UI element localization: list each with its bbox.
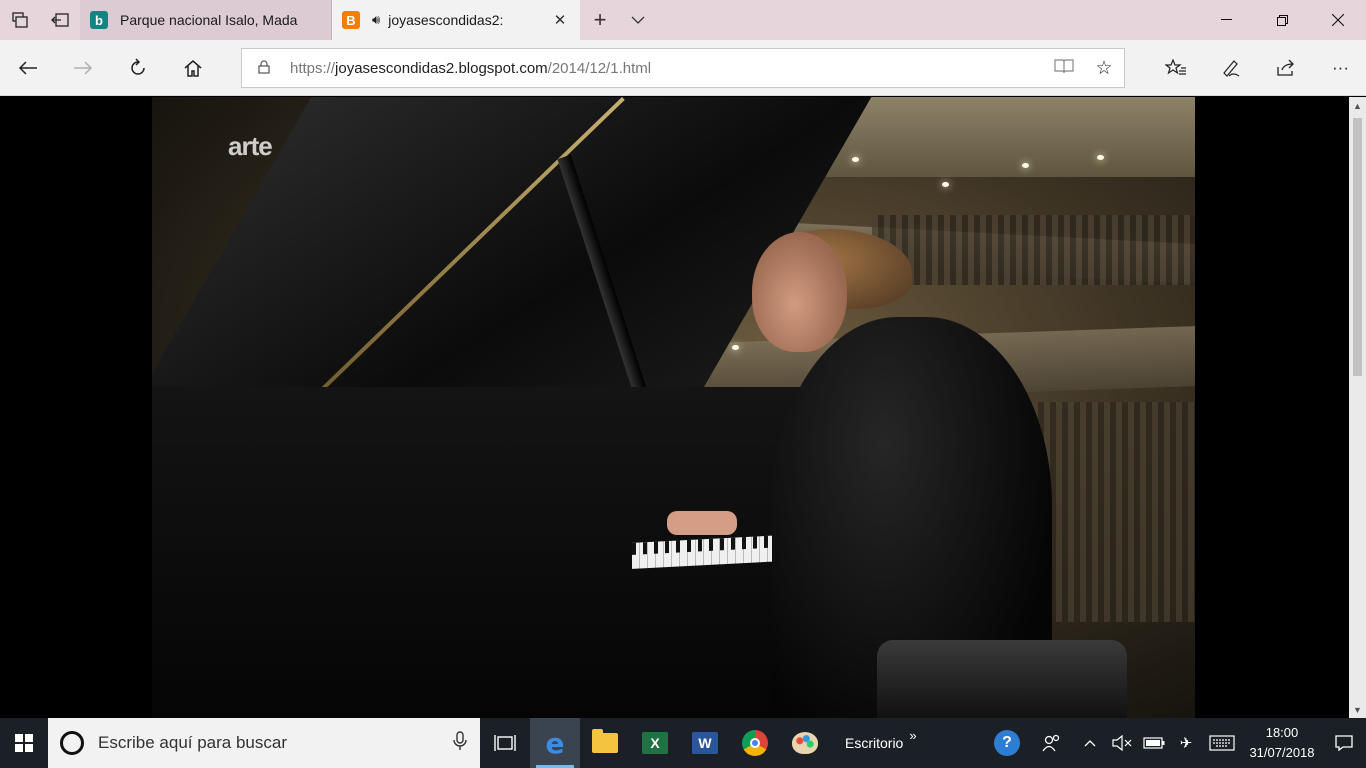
word-taskbar-icon[interactable]: W (680, 718, 730, 768)
restore-button[interactable] (1254, 0, 1310, 40)
task-view-icon[interactable] (480, 718, 530, 768)
show-hidden-icons-chevron[interactable] (1074, 718, 1106, 768)
close-tab-icon[interactable]: ✕ (550, 11, 570, 29)
pianist-hands (667, 511, 737, 535)
web-note-pen-icon[interactable] (1203, 40, 1258, 96)
blogger-icon: B (342, 11, 360, 29)
tab-strip: b Parque nacional Isalo, Mada B 🔊︎ joyas… (0, 0, 1366, 40)
system-clock[interactable]: 18:00 31/07/2018 (1242, 723, 1322, 763)
pianist-head (752, 232, 847, 352)
file-explorer-taskbar-icon[interactable] (580, 718, 630, 768)
notifications-icon[interactable] (1322, 718, 1366, 768)
ceiling-light (852, 157, 859, 162)
arte-watermark: arte (228, 131, 273, 161)
tab-title: Parque nacional Isalo, Mada (120, 12, 298, 28)
folder-icon (592, 729, 618, 753)
scroll-down-icon[interactable]: ▼ (1349, 701, 1366, 718)
taskbar-search[interactable]: Escribe aquí para buscar (48, 718, 480, 768)
minimize-button[interactable] (1198, 0, 1254, 40)
vertical-scrollbar[interactable]: ▲ ▼ (1349, 97, 1366, 718)
window-controls (1198, 0, 1366, 40)
reading-view-icon[interactable] (1044, 58, 1084, 79)
question-mark-icon: ? (994, 730, 1020, 756)
favorites-hub-icon[interactable] (1148, 40, 1203, 96)
address-bar[interactable]: https://joyasescondidas2.blogspot.com/20… (241, 48, 1125, 88)
scroll-up-icon[interactable]: ▲ (1349, 97, 1366, 114)
close-window-button[interactable] (1310, 0, 1366, 40)
double-chevron-icon[interactable]: » (909, 728, 916, 743)
page-content: arte (0, 97, 1349, 718)
ceiling-light (732, 345, 739, 350)
clock-date: 31/07/2018 (1249, 745, 1315, 760)
piano-bench (877, 640, 1127, 718)
url-path: /2014/12/1.html (547, 59, 652, 77)
ceiling-light (1022, 163, 1029, 168)
help-tray-icon[interactable]: ? (984, 718, 1030, 768)
windows-icon (15, 734, 33, 752)
word-icon: W (692, 732, 718, 754)
chrome-taskbar-icon[interactable] (730, 718, 780, 768)
clock-time: 18:00 (1265, 725, 1299, 740)
toolbar-right: ··· (1148, 40, 1366, 96)
share-icon[interactable] (1258, 40, 1313, 96)
tab-joyasescondidas[interactable]: B 🔊︎ joyasescondidas2: ✕ (332, 0, 580, 40)
system-tray: ? ✈︎ 18:00 31/07/2018 (984, 718, 1366, 768)
forward-button[interactable] (55, 40, 110, 96)
excel-taskbar-icon[interactable]: X (630, 718, 680, 768)
edge-icon: e (545, 726, 565, 760)
taskbar: Escribe aquí para buscar e X W Escritori… (0, 718, 1366, 768)
favorite-star-icon[interactable]: ☆ (1084, 57, 1124, 80)
audience-balcony (872, 215, 1195, 285)
url-text[interactable]: https://joyasescondidas2.blogspot.com/20… (290, 60, 1044, 77)
set-aside-tabs-icon[interactable] (40, 0, 80, 40)
speaker-icon[interactable]: 🔊︎ (372, 12, 380, 28)
navigation-bar: https://joyasescondidas2.blogspot.com/20… (0, 40, 1366, 96)
new-tab-button[interactable]: + (580, 0, 620, 40)
ceiling-light (942, 182, 949, 187)
airplane-mode-icon[interactable]: ✈︎ (1170, 718, 1202, 768)
home-button[interactable] (165, 40, 220, 96)
volume-muted-icon[interactable] (1106, 718, 1138, 768)
desktop-toolbar[interactable]: Escritorio » (830, 718, 925, 768)
more-options-icon[interactable]: ··· (1313, 40, 1366, 96)
search-placeholder: Escribe aquí para buscar (98, 733, 287, 752)
paint-taskbar-icon[interactable] (780, 718, 830, 768)
paint-palette-icon (792, 732, 818, 754)
battery-icon[interactable] (1138, 718, 1170, 768)
people-icon[interactable] (1030, 718, 1074, 768)
bing-icon: b (90, 11, 108, 29)
desktop-toolbar-label: Escritorio (845, 735, 904, 751)
start-button[interactable] (0, 718, 48, 768)
video-player[interactable]: arte (152, 97, 1195, 718)
chrome-icon (742, 730, 768, 756)
tab-title: joyasescondidas2: (388, 12, 504, 28)
keyboard-icon[interactable] (1202, 718, 1242, 768)
url-host: joyasescondidas2.blogspot.com (335, 59, 548, 77)
tab-parque-nacional[interactable]: b Parque nacional Isalo, Mada (80, 0, 332, 40)
back-button[interactable] (0, 40, 55, 96)
ceiling-light (1097, 155, 1104, 160)
tab-preview-icon[interactable] (0, 0, 40, 40)
edge-taskbar-icon[interactable]: e (530, 718, 580, 768)
microphone-icon[interactable] (440, 730, 480, 756)
chevron-down-icon[interactable] (620, 0, 656, 40)
refresh-button[interactable] (110, 40, 165, 96)
url-scheme: https:// (290, 59, 336, 77)
excel-icon: X (642, 732, 668, 754)
lock-icon[interactable] (258, 59, 270, 77)
scroll-thumb[interactable] (1353, 118, 1362, 376)
cortana-icon[interactable] (60, 731, 84, 755)
